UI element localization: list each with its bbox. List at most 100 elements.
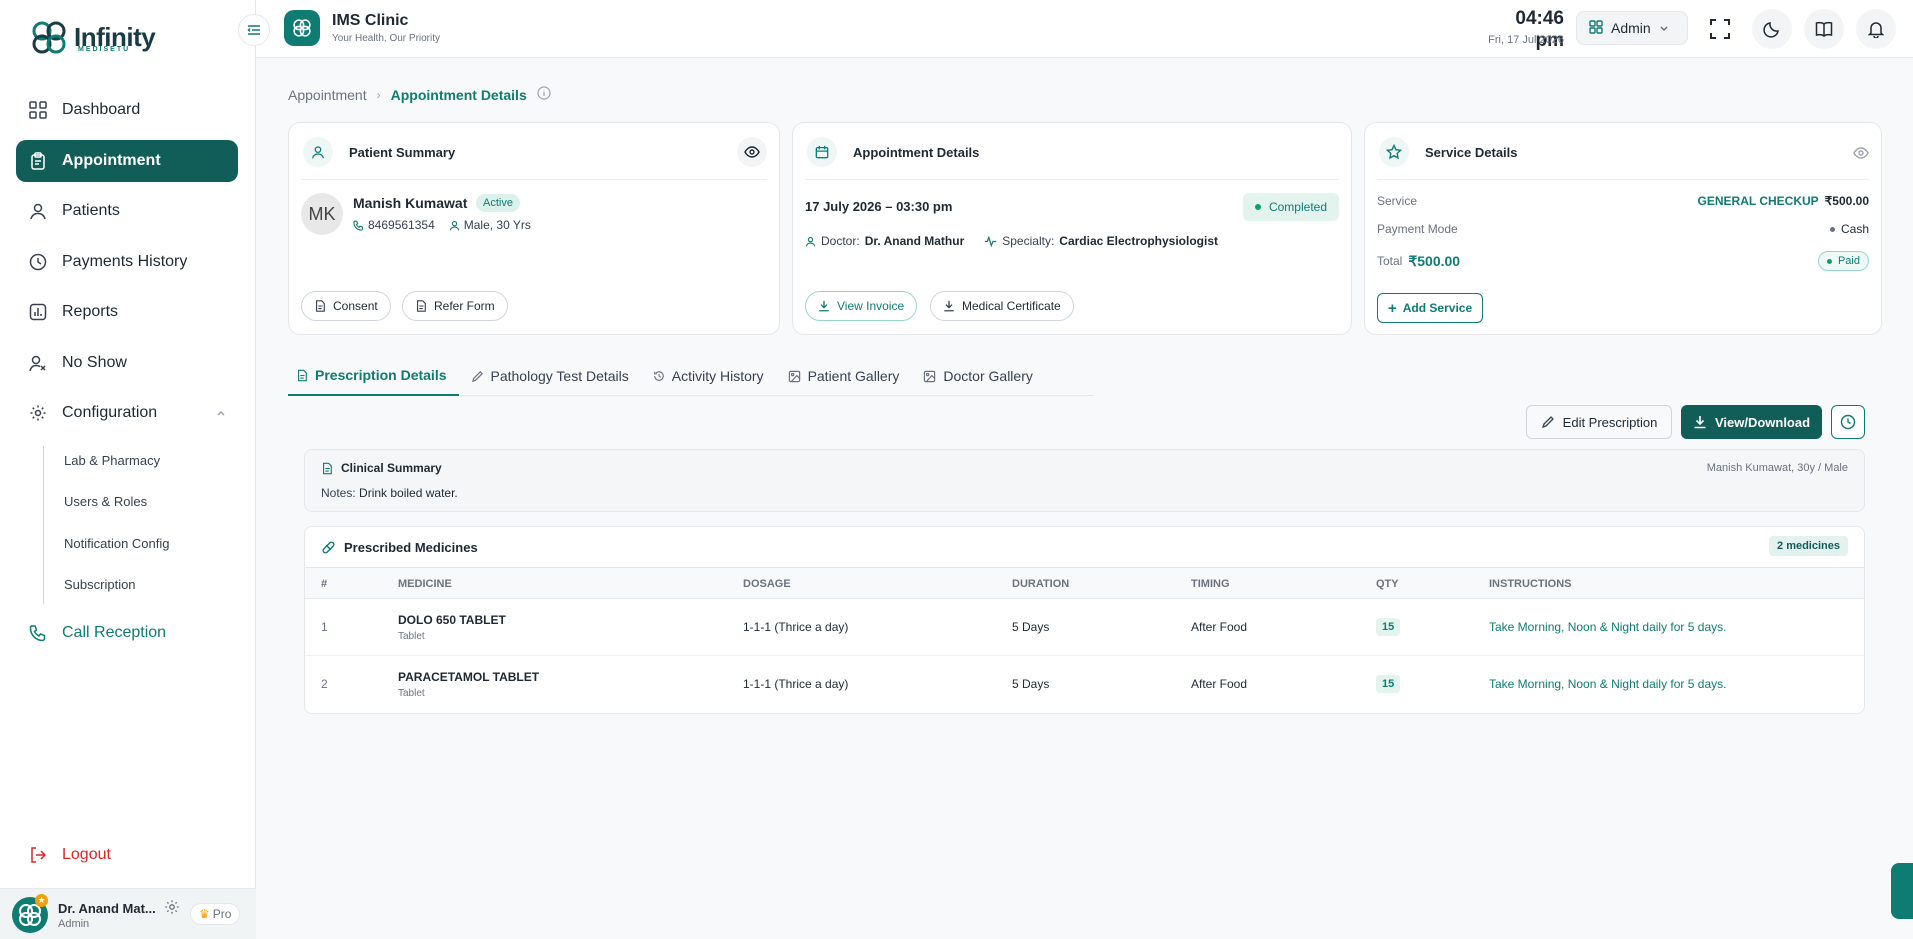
current-date: Fri, 17 Jul 2026: [1488, 34, 1564, 46]
column-header: #: [321, 578, 328, 590]
sidebar-subitem-users-roles[interactable]: Users & Roles: [64, 494, 147, 509]
user-icon: [303, 137, 333, 167]
service-row: Service GENERAL CHECKUP ₹500.00: [1377, 194, 1869, 208]
edit-prescription-label: Edit Prescription: [1562, 414, 1658, 430]
settings-gear-icon[interactable]: [164, 899, 180, 915]
fullscreen-button[interactable]: [1700, 9, 1740, 49]
view-download-button[interactable]: View/Download: [1681, 405, 1822, 439]
user-profile-bar[interactable]: ★ Dr. Anand Mat... Admin ♛ Pro: [0, 888, 256, 939]
user-icon: [805, 236, 816, 247]
pill-icon: [322, 541, 335, 554]
service-label: Service: [1377, 194, 1418, 208]
medical-certificate-button[interactable]: Medical Certificate: [930, 291, 1074, 321]
edit-prescription-button[interactable]: Edit Prescription: [1526, 405, 1672, 439]
qty-badge: 15: [1376, 618, 1401, 636]
duration-cell: 5 Days: [1012, 677, 1050, 691]
role-switcher-button[interactable]: Admin: [1576, 11, 1688, 45]
sidebar-item-patients[interactable]: Patients: [16, 190, 238, 232]
sidebar-item-appointment[interactable]: Appointment: [16, 140, 238, 182]
column-header: QTY: [1376, 578, 1399, 590]
view-invoice-button[interactable]: View Invoice: [805, 291, 918, 321]
divider: [1377, 179, 1869, 180]
tab-activity-history[interactable]: Activity History: [641, 356, 776, 396]
logout-icon: [28, 845, 48, 865]
clinical-summary-title: Clinical Summary: [321, 461, 442, 475]
clock-icon: [1840, 414, 1856, 430]
refer-form-button[interactable]: Refer Form: [402, 291, 508, 321]
sidebar-item-reports[interactable]: Reports: [16, 291, 238, 333]
service-price: ₹500.00: [1824, 194, 1869, 208]
grid-icon: [28, 100, 48, 120]
sidebar-subitem-notification-config[interactable]: Notification Config: [64, 536, 170, 551]
plus-icon: +: [1388, 299, 1397, 317]
medicine-name: DOLO 650 TABLET: [398, 613, 506, 627]
fullscreen-icon: [1710, 19, 1730, 39]
service-details-card: Service Details Service GENERAL CHECKUP …: [1364, 122, 1882, 335]
sidebar-item-label: Patients: [62, 202, 120, 219]
phone-value: 8469561354: [368, 218, 435, 232]
timing-cell: After Food: [1191, 620, 1248, 634]
patient-line: Manish Kumawat, 30y / Male: [1706, 462, 1848, 474]
sidebar-item-configuration[interactable]: Configuration: [16, 392, 238, 434]
sidebar-item-no-show[interactable]: No Show: [16, 342, 238, 384]
clinical-notes: Notes: Drink boiled water.: [321, 486, 458, 500]
prescribed-medicines: Prescribed Medicines 2 medicines # MEDIC…: [304, 526, 1865, 714]
specialty-value: Cardiac Electrophysiologist: [1059, 234, 1218, 248]
sidebar: Infinity MEDISETU Dashboard Appointment …: [0, 0, 256, 939]
tab-label: Prescription Details: [315, 367, 447, 383]
tab-doctor-gallery[interactable]: Doctor Gallery: [911, 356, 1044, 396]
history-button[interactable]: [1831, 405, 1865, 439]
breadcrumb-parent[interactable]: Appointment: [288, 87, 367, 103]
sidebar-subitem-lab-pharmacy[interactable]: Lab & Pharmacy: [64, 453, 160, 468]
card-title: Appointment Details: [853, 145, 980, 160]
guide-button[interactable]: [1804, 9, 1844, 49]
sidebar-item-label: No Show: [62, 354, 127, 371]
paid-label: Paid: [1837, 255, 1860, 267]
sidebar-item-call-reception[interactable]: Call Reception: [16, 612, 238, 654]
refer-form-label: Refer Form: [434, 299, 495, 313]
service-value: GENERAL CHECKUP ₹500.00: [1698, 194, 1869, 208]
tab-label: Activity History: [671, 368, 764, 384]
dark-mode-button[interactable]: [1752, 9, 1792, 49]
download-icon: [944, 300, 954, 312]
clinic-logo-icon: [284, 10, 320, 46]
image-icon: [924, 370, 936, 382]
total-field: Total ₹500.00: [1377, 253, 1460, 270]
document-icon: [298, 369, 307, 381]
user-icon: [449, 220, 460, 231]
floating-widget-tab[interactable]: [1891, 863, 1913, 919]
logout-button[interactable]: Logout: [16, 834, 111, 876]
paid-badge: Paid: [1817, 251, 1869, 271]
tab-patient-gallery[interactable]: Patient Gallery: [776, 356, 912, 396]
document-icon: [417, 300, 426, 312]
medicine-type: Tablet: [398, 631, 425, 642]
info-icon[interactable]: [537, 86, 551, 103]
tab-pathology-test-details[interactable]: Pathology Test Details: [459, 356, 641, 396]
gender-age-value: Male, 30 Yrs: [463, 218, 531, 232]
sidebar-item-dashboard[interactable]: Dashboard: [16, 89, 238, 131]
consent-label: Consent: [333, 299, 378, 313]
clinic-name: IMS Clinic: [332, 12, 409, 29]
tab-prescription-details[interactable]: Prescription Details: [288, 356, 459, 396]
user-role: Admin: [58, 918, 90, 930]
notifications-button[interactable]: [1856, 9, 1896, 49]
add-service-button[interactable]: + Add Service: [1377, 293, 1484, 323]
notes-label: Notes:: [321, 486, 356, 500]
sidebar-subitem-subscription[interactable]: Subscription: [64, 577, 136, 592]
tab-label: Pathology Test Details: [490, 368, 629, 384]
timing-cell: After Food: [1191, 677, 1248, 691]
doctor-name: Dr. Anand Mathur: [864, 234, 965, 248]
brand-sub: MEDISETU: [78, 46, 131, 53]
consent-button[interactable]: Consent: [301, 291, 391, 321]
collapse-sidebar-button[interactable]: [238, 14, 270, 46]
total-value: ₹500.00: [1408, 252, 1461, 269]
sidebar-item-payments-history[interactable]: Payments History: [16, 241, 238, 283]
column-header: DURATION: [1012, 578, 1070, 590]
view-patient-button[interactable]: [737, 137, 767, 167]
chevron-up-icon: [216, 406, 226, 424]
eye-icon[interactable]: [1853, 145, 1869, 166]
apps-icon: [1589, 19, 1603, 37]
status-dot-icon: [1826, 258, 1832, 264]
dot-icon: [1829, 226, 1835, 232]
medicines-title-label: Prescribed Medicines: [344, 540, 478, 555]
